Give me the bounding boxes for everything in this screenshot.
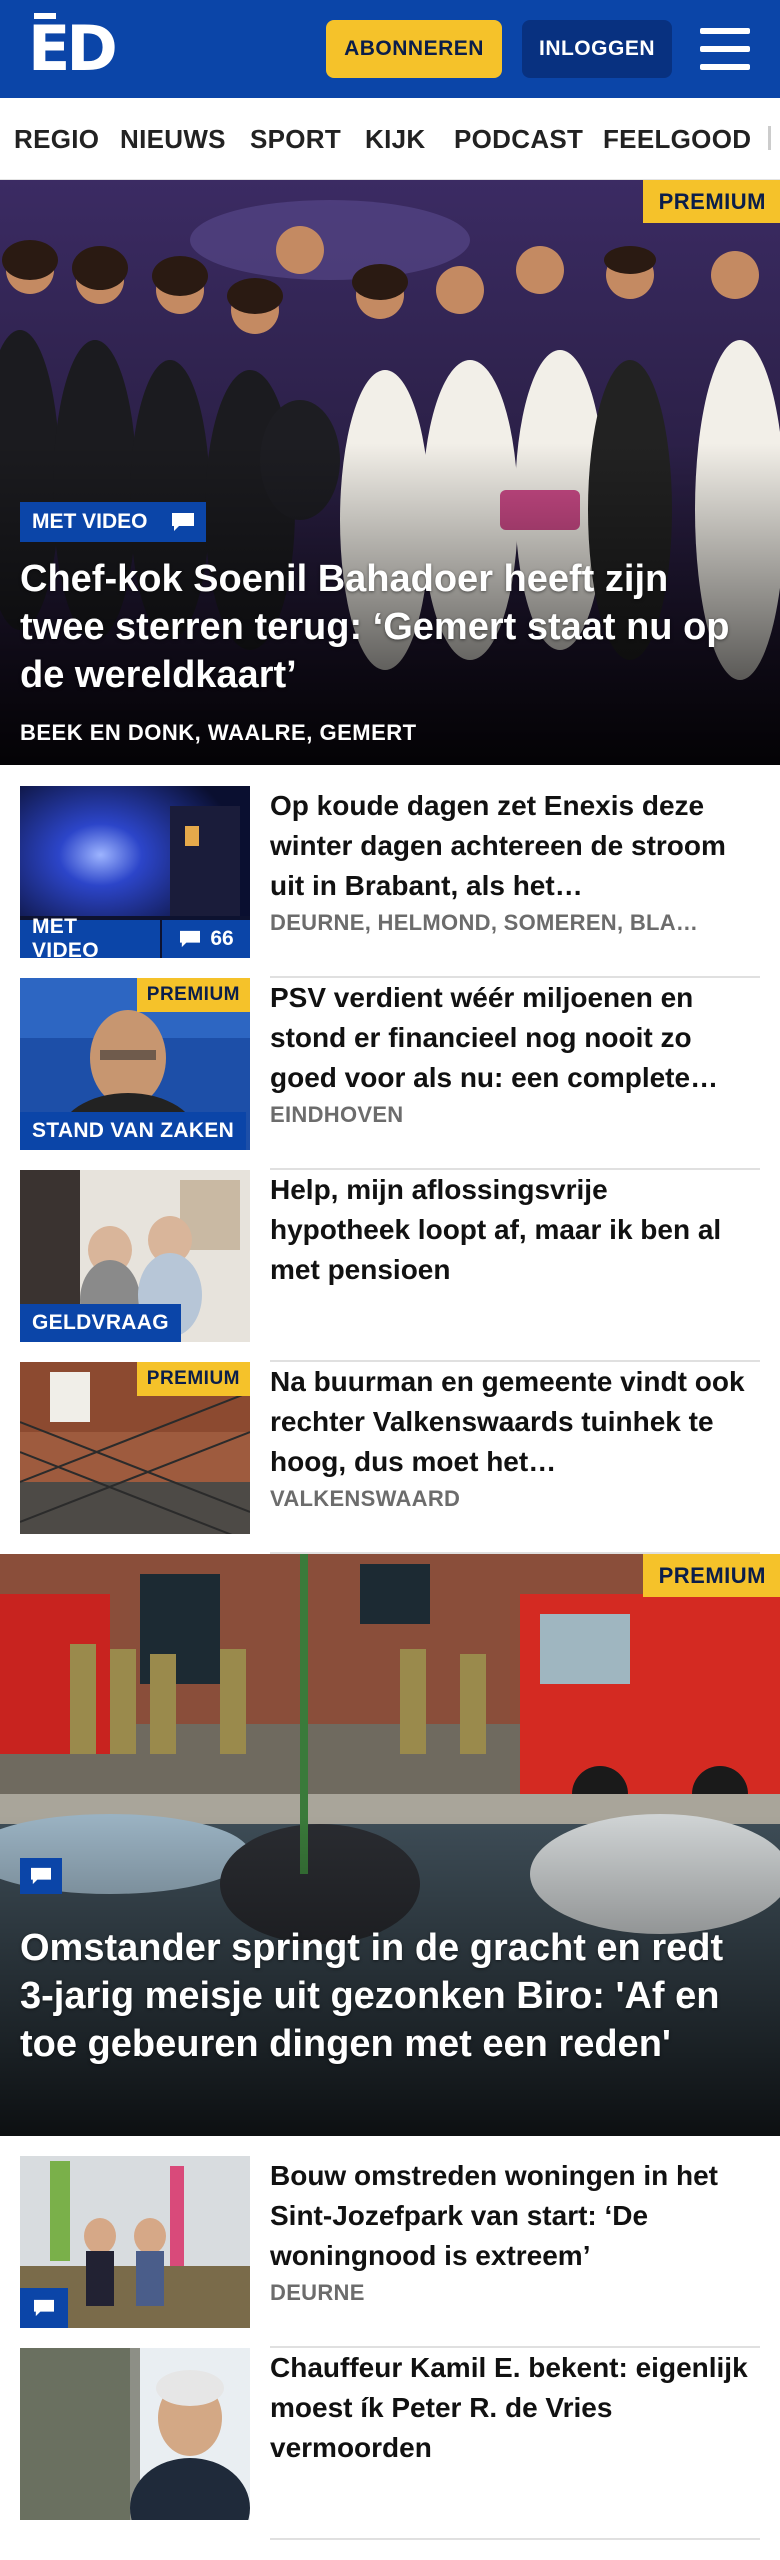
hero-story-2[interactable]: PREMIUM Omstander springt in de gracht e… [0,1554,780,2136]
premium-badge: PREMIUM [136,978,250,1012]
comment-icon[interactable] [160,502,206,542]
article-title[interactable]: Help, mijn aflossingsvrije hypotheek loo… [270,1170,750,1290]
list-item[interactable]: Chauffeur Kamil E. bekent: eigenlijk moe… [20,2348,760,2540]
article-location: VALKENSWAARD [270,1486,461,1511]
premium-badge: PREMIUM [642,180,780,223]
thumb-label: STAND VAN ZAKEN [20,1112,247,1150]
thumb-label: GELDVRAAG [20,1304,181,1342]
list-item[interactable]: GELDVRAAG Help, mijn aflossingsvrije hyp… [20,1170,760,1362]
thumb-label: MET VIDEO [20,915,160,958]
hero-story-1[interactable]: PREMIUM MET VIDEO Chef-kok Soenil Bahado… [0,180,780,765]
article-title[interactable]: Chauffeur Kamil E. bekent: eigenlijk moe… [270,2348,750,2468]
list-item[interactable]: Bouw omstreden woningen in het Sint-Joze… [20,2156,760,2348]
article-location: DEURNE [270,2280,365,2305]
divider [270,2538,760,2540]
nav-item-feelgood[interactable]: FEELGOOD [603,124,751,155]
article-title[interactable]: Bouw omstreden woningen in het Sint-Joze… [270,2156,750,2276]
hero-headline[interactable]: Chef-kok Soenil Bahadoer heeft zijn twee… [20,555,750,699]
site-logo[interactable]: ED [28,18,118,80]
list-item[interactable]: PREMIUM STAND VAN ZAKEN PSV verdient wéé… [20,978,760,1170]
premium-badge: PREMIUM [136,1362,250,1396]
comment-icon[interactable] [20,1858,62,1894]
article-location: DEURNE, HELMOND, SOMEREN, BLA… [270,910,699,935]
subscribe-button[interactable]: ABONNEREN [326,20,502,78]
hero-headline[interactable]: Omstander springt in de gracht en redt 3… [20,1924,750,2068]
article-title[interactable]: Op koude dagen zet Enexis deze winter da… [270,786,750,906]
article-thumbnail: GELDVRAAG [20,1170,250,1342]
comment-count-badge[interactable]: 66 [162,920,250,958]
nav-item-nieuws[interactable]: NIEUWS [120,124,226,155]
nav-overflow-hint [768,126,771,150]
logo-accent-bar [34,13,56,19]
article-thumbnail: PREMIUM STAND VAN ZAKEN [20,978,250,1150]
logo-text: ED [28,12,118,85]
login-button[interactable]: INLOGGEN [522,20,672,78]
article-title[interactable]: Na buurman en gemeente vindt ook rechter… [270,1362,750,1482]
article-title[interactable]: PSV verdient wéér miljoenen en stond er … [270,978,750,1098]
premium-badge: PREMIUM [642,1554,780,1597]
comment-icon[interactable] [20,2288,68,2328]
list-item[interactable]: PREMIUM Na buurman en gemeente vindt ook… [20,1362,760,1554]
article-location: EINDHOVEN [270,1102,404,1127]
list-item[interactable]: MET VIDEO 66 Op koude dagen zet Enexis d… [20,786,760,978]
section-nav: REGIO NIEUWS SPORT KIJK PODCAST FEELGOOD [0,98,780,180]
nav-item-kijk[interactable]: KIJK [365,124,425,155]
video-badge: MET VIDEO [20,502,160,542]
article-thumbnail [20,2348,250,2520]
comment-icon [180,930,201,948]
article-thumbnail: PREMIUM [20,1362,250,1534]
hero-location: BEEK EN DONK, WAALRE, GEMERT [20,720,417,745]
top-header: ED ABONNEREN INLOGGEN [0,0,780,98]
nav-item-sport[interactable]: SPORT [250,124,341,155]
article-thumbnail: MET VIDEO 66 [20,786,250,958]
nav-item-regio[interactable]: REGIO [14,124,99,155]
comment-count: 66 [210,927,234,950]
hamburger-menu-icon[interactable] [700,28,750,70]
article-thumbnail [20,2156,250,2328]
nav-item-podcast[interactable]: PODCAST [454,124,583,155]
